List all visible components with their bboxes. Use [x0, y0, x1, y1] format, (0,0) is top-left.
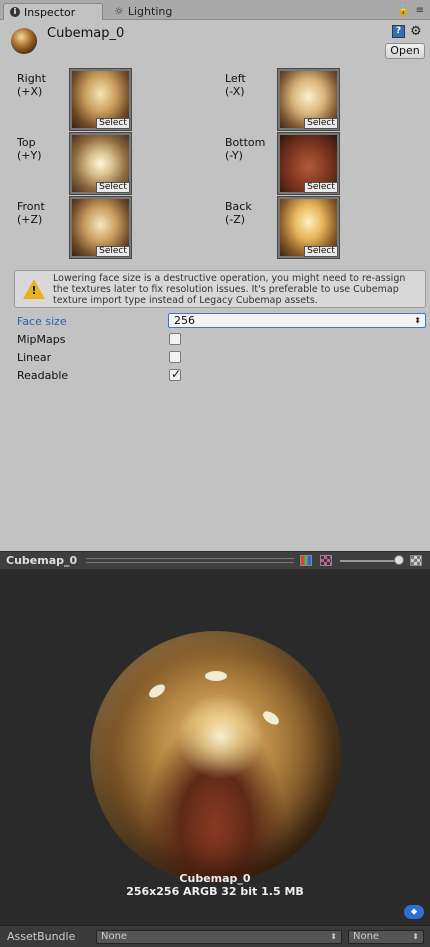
face-label-front: Front (+Z): [17, 200, 45, 226]
select-button-front[interactable]: Select: [96, 246, 130, 257]
mipmaps-label: MipMaps: [17, 333, 66, 346]
face-label-bottom: Bottom (-Y): [225, 136, 266, 162]
checkerboard-icon[interactable]: [410, 555, 422, 566]
cubemap-preview-sphere[interactable]: [90, 631, 341, 882]
select-button-left[interactable]: Select: [304, 118, 338, 129]
inspector-header: Cubemap_0 ? ⚙ Open: [0, 20, 430, 64]
select-button-right[interactable]: Select: [96, 118, 130, 129]
sphere-highlight: [205, 671, 227, 681]
readable-checkbox[interactable]: ✓: [169, 367, 182, 381]
face-label-left: Left (-X): [225, 72, 246, 98]
help-icon[interactable]: ?: [392, 25, 405, 38]
mipmaps-checkbox[interactable]: [169, 333, 181, 345]
face-label-back: Back (-Z): [225, 200, 252, 226]
tab-lighting[interactable]: ☼ Lighting: [108, 3, 180, 20]
sphere-highlight: [260, 708, 282, 728]
preview-area: Cubemap_0 256x256 ARGB 32 bit 1.5 MB ⬥: [0, 569, 430, 925]
preview-drag-handle[interactable]: [86, 558, 294, 563]
cubemap-thumbnail: [11, 28, 37, 54]
face-slot-right[interactable]: Select: [69, 68, 132, 131]
info-icon: i: [10, 7, 20, 17]
select-button-top[interactable]: Select: [96, 182, 130, 193]
open-button[interactable]: Open: [385, 43, 425, 59]
face-size-label: Face size: [17, 315, 67, 328]
rgb-channel-icon[interactable]: [300, 555, 312, 566]
asset-bundle-value: None: [101, 931, 128, 942]
linear-label: Linear: [17, 351, 52, 364]
mip-level-slider[interactable]: [340, 560, 400, 562]
page-title: Cubemap_0: [47, 26, 125, 41]
linear-checkbox[interactable]: [169, 351, 181, 363]
select-button-bottom[interactable]: Select: [304, 182, 338, 193]
mip-level-slider-thumb[interactable]: [394, 555, 404, 565]
warning-exclamation: !: [31, 284, 37, 297]
face-slot-left[interactable]: Select: [277, 68, 340, 131]
preview-asset-name: Cubemap_0: [179, 872, 251, 885]
tab-bar-controls: 🔒 ≡: [397, 5, 424, 16]
asset-bundle-bar: AssetBundle None ⬍ None ⬍: [0, 925, 430, 947]
dropdown-arrow-icon: ⬍: [412, 932, 419, 941]
sphere-highlight: [146, 681, 168, 701]
preview-asset-details: 256x256 ARGB 32 bit 1.5 MB: [126, 885, 304, 898]
dropdown-arrow-icon: ⬍: [330, 932, 337, 941]
face-slot-top[interactable]: Select: [69, 132, 132, 195]
warning-box: ! Lowering face size is a destructive op…: [14, 270, 426, 308]
lighting-icon: ☼: [114, 5, 124, 18]
face-slot-front[interactable]: Select: [69, 196, 132, 259]
face-label-right: Right (+X): [17, 72, 46, 98]
lock-icon[interactable]: 🔒: [397, 5, 409, 16]
select-button-back[interactable]: Select: [304, 246, 338, 257]
face-size-value: 256: [174, 314, 195, 327]
gear-icon[interactable]: ⚙: [410, 24, 422, 39]
asset-bundle-variant-value: None: [353, 931, 380, 942]
dropdown-arrow-icon: ⬍: [414, 316, 421, 325]
warning-text: Lowering face size is a destructive oper…: [53, 273, 406, 306]
check-icon: ✓: [171, 367, 182, 381]
preview-title: Cubemap_0: [6, 554, 78, 567]
face-slot-bottom[interactable]: Select: [277, 132, 340, 195]
face-size-dropdown[interactable]: 256 ⬍: [168, 313, 426, 328]
face-slot-back[interactable]: Select: [277, 196, 340, 259]
face-label-top: Top (+Y): [17, 136, 42, 162]
tab-lighting-label: Lighting: [127, 5, 173, 18]
asset-bundle-dropdown[interactable]: None ⬍: [96, 930, 342, 944]
panel-menu-icon[interactable]: ≡: [416, 5, 424, 16]
readable-label: Readable: [17, 369, 69, 382]
asset-bundle-label: AssetBundle: [7, 930, 76, 943]
asset-bundle-variant-dropdown[interactable]: None ⬍: [348, 930, 424, 944]
tab-inspector[interactable]: i Inspector: [3, 3, 103, 20]
tab-bar: i Inspector ☼ Lighting 🔒 ≡: [0, 0, 430, 20]
preview-header: Cubemap_0: [0, 551, 430, 569]
tag-icon[interactable]: ⬥: [404, 905, 424, 919]
tab-inspector-label: Inspector: [24, 5, 76, 19]
alpha-channel-icon[interactable]: [320, 555, 332, 566]
